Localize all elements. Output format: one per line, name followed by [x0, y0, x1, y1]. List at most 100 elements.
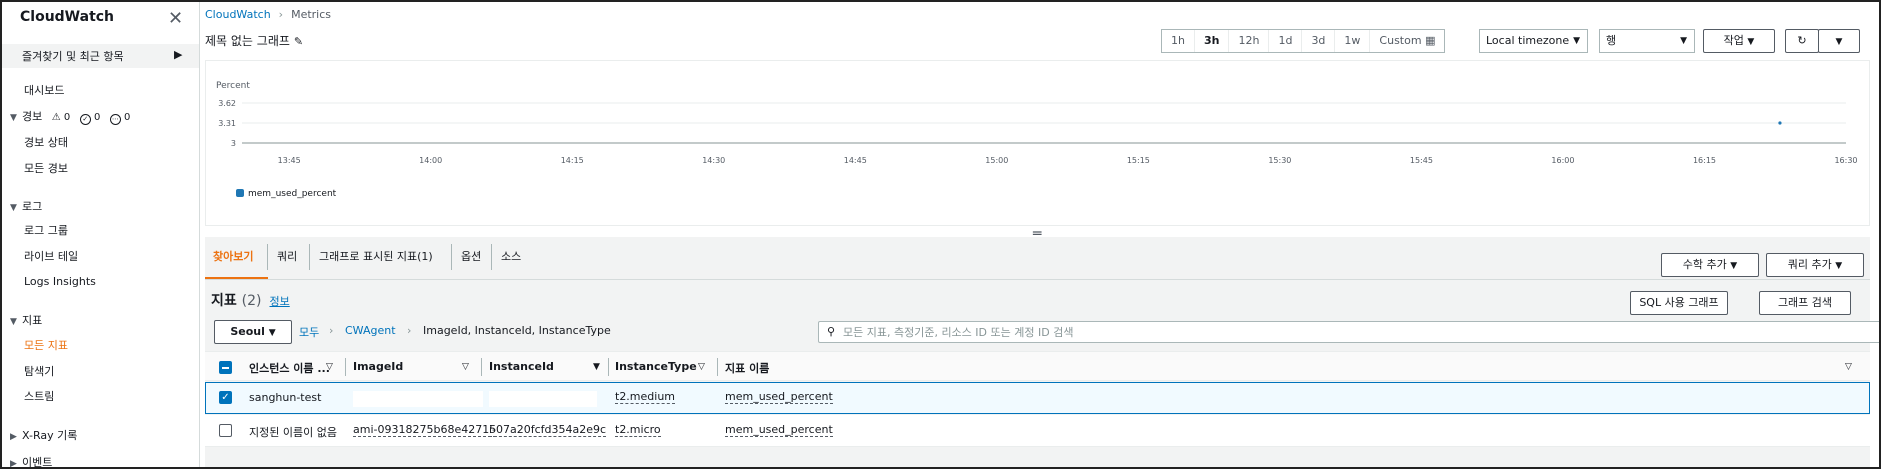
- add-math-button[interactable]: 수학 추가 ▼: [1661, 253, 1759, 277]
- path-dimensions: ImageId, InstanceId, InstanceType: [423, 324, 611, 337]
- sidebar-favorites[interactable]: 즐겨찾기 및 최근 항목 ▶: [2, 44, 199, 68]
- caret-down-icon: ▼: [268, 328, 276, 338]
- sql-graph-button[interactable]: SQL 사용 그래프: [1630, 291, 1728, 315]
- sidebar-section-xray[interactable]: ▶ X-Ray 기록: [10, 427, 77, 443]
- y-tick-label: 3.62: [218, 99, 236, 108]
- caret-right-icon: ▶: [174, 48, 183, 61]
- x-tick-label: 14:15: [561, 156, 584, 165]
- timezone-value: Local timezone: [1486, 34, 1570, 47]
- column-divider[interactable]: [717, 358, 718, 376]
- sort-icon[interactable]: ▽: [326, 362, 333, 372]
- tab-graphed-metrics[interactable]: 그래프로 표시된 지표(1): [319, 248, 433, 264]
- sidebar-item-log-groups[interactable]: 로그 그룹: [24, 222, 68, 238]
- time-range-12h[interactable]: 12h: [1229, 30, 1270, 52]
- close-icon[interactable]: ✕: [168, 10, 183, 28]
- pencil-icon[interactable]: ✎: [294, 35, 303, 48]
- metrics-section-title: 지표 (2) 정보: [211, 290, 290, 310]
- sort-icon[interactable]: ▽: [462, 362, 469, 372]
- x-tick-label: 13:45: [278, 156, 301, 165]
- cell-metric-name[interactable]: mem_used_percent: [725, 391, 833, 404]
- time-range-1h[interactable]: 1h: [1162, 30, 1195, 52]
- cell-metric-name[interactable]: mem_used_percent: [725, 424, 833, 437]
- sort-icon[interactable]: ▽: [1845, 362, 1852, 372]
- time-range-3d[interactable]: 3d: [1302, 30, 1336, 52]
- add-query-button[interactable]: 쿼리 추가 ▼: [1766, 253, 1864, 277]
- sort-desc-icon[interactable]: ▼: [593, 362, 600, 372]
- sidebar-item-alarm-state[interactable]: 경보 상태: [24, 134, 68, 150]
- column-divider[interactable]: [608, 358, 609, 376]
- sidebar-section-logs[interactable]: ▼ 로그: [10, 198, 42, 214]
- sidebar-section-events[interactable]: ▶ 이벤트: [10, 454, 52, 469]
- chevron-right-icon: ›: [407, 324, 412, 337]
- tab-browse[interactable]: 찾아보기: [213, 248, 253, 264]
- time-range-1w[interactable]: 1w: [1335, 30, 1371, 52]
- row-checkbox[interactable]: [219, 424, 232, 437]
- select-all-checkbox[interactable]: [219, 361, 232, 374]
- region-value: Seoul: [230, 325, 265, 338]
- tab-source[interactable]: 소스: [501, 248, 521, 264]
- table-row[interactable]: 지정된 이름이 없음 ami-09318275b68e42715 i-07a20…: [205, 415, 1870, 447]
- refresh-icon: ↻: [1797, 34, 1807, 47]
- ellipsis-circle-icon: ⋯: [109, 114, 121, 125]
- refresh-options-button[interactable]: ▼: [1818, 29, 1860, 53]
- cell-instance-name: 지정된 이름이 없음: [249, 426, 337, 439]
- x-tick-label: 15:30: [1268, 156, 1291, 165]
- sort-icon[interactable]: ▽: [698, 362, 705, 372]
- time-range-3h[interactable]: 3h: [1195, 30, 1230, 52]
- sidebar-item-streams[interactable]: 스트림: [24, 388, 54, 404]
- legend-label: mem_used_percent: [248, 189, 337, 199]
- cell-instance-type[interactable]: t2.micro: [615, 424, 661, 437]
- sidebar-section-metrics[interactable]: ▼ 지표: [10, 312, 42, 328]
- cell-image-id[interactable]: ami-09318275b68e42715: [353, 424, 497, 437]
- column-header-instance-id[interactable]: InstanceId: [489, 360, 554, 373]
- breadcrumb-cloudwatch[interactable]: CloudWatch: [205, 8, 271, 21]
- sidebar-item-dashboard[interactable]: 대시보드: [24, 82, 64, 98]
- info-link[interactable]: 정보: [269, 295, 289, 308]
- path-namespace[interactable]: CWAgent: [345, 324, 396, 337]
- table-row[interactable]: ✓ sanghun-test t2.medium mem_used_percen…: [205, 382, 1870, 414]
- cell-image-id: [353, 391, 483, 407]
- path-all[interactable]: 모두: [299, 324, 319, 340]
- cell-instance-type[interactable]: t2.medium: [615, 391, 676, 404]
- time-range-custom[interactable]: Custom ▦: [1370, 30, 1444, 52]
- row-checkbox[interactable]: ✓: [219, 391, 232, 404]
- metric-search-input[interactable]: [843, 324, 1879, 340]
- check-circle-icon: ✓: [79, 114, 91, 125]
- caret-down-icon: ▼: [1730, 261, 1738, 271]
- sidebar-item-all-metrics[interactable]: 모든 지표: [24, 337, 68, 353]
- calendar-icon: ▦: [1425, 34, 1436, 47]
- graph-title[interactable]: 제목 없는 그래프 ✎: [205, 32, 303, 49]
- timezone-select[interactable]: Local timezone ▼: [1479, 29, 1588, 53]
- column-divider[interactable]: [345, 358, 346, 376]
- actions-button[interactable]: 작업 ▼: [1703, 29, 1775, 53]
- caret-down-icon: ▼: [10, 203, 17, 213]
- tabs-baseline: [205, 279, 1870, 280]
- sidebar-item-explorer[interactable]: 탐색기: [24, 363, 54, 379]
- tab-query[interactable]: 쿼리: [277, 248, 297, 264]
- sidebar-favorites-label: 즐겨찾기 및 최근 항목: [22, 50, 124, 63]
- warning-icon: ⚠: [51, 112, 61, 123]
- sidebar-item-live-tail[interactable]: 라이브 테일: [24, 248, 78, 264]
- actions-label: 작업: [1723, 34, 1744, 47]
- column-divider[interactable]: [481, 358, 482, 376]
- graph-title-text: 제목 없는 그래프: [205, 34, 290, 48]
- graph-search-button[interactable]: 그래프 검색: [1759, 291, 1851, 315]
- column-header-metric-name[interactable]: 지표 이름: [725, 360, 769, 376]
- y-axis-label: Percent: [216, 81, 250, 91]
- sidebar-section-alarms[interactable]: ▼ 경보 ⚠ 0 ✓ 0 ⋯ 0: [10, 108, 130, 125]
- alarm-badge: ⚠ 0: [52, 112, 71, 123]
- table-header: 인스턴스 이름 ... ▽ ImageId ▽ InstanceId ▼ Ins…: [205, 351, 1870, 381]
- time-range-1d[interactable]: 1d: [1269, 30, 1303, 52]
- tab-options[interactable]: 옵션: [461, 248, 481, 264]
- x-tick-label: 14:30: [702, 156, 725, 165]
- sidebar-item-logs-insights[interactable]: Logs Insights: [24, 275, 96, 288]
- region-select[interactable]: Seoul ▼: [214, 320, 292, 344]
- column-header-instance-type[interactable]: InstanceType: [615, 360, 697, 373]
- cell-instance-id[interactable]: i-07a20fcfd354a2e9c: [489, 424, 607, 437]
- refresh-button[interactable]: ↻: [1785, 29, 1819, 53]
- sidebar-item-all-alarms[interactable]: 모든 경보: [24, 160, 68, 176]
- column-header-image-id[interactable]: ImageId: [353, 360, 403, 373]
- column-header-instance-name[interactable]: 인스턴스 이름 ...: [249, 360, 330, 376]
- chart-type-select[interactable]: 행 ▼: [1599, 29, 1695, 53]
- caret-right-icon: ▶: [10, 459, 17, 469]
